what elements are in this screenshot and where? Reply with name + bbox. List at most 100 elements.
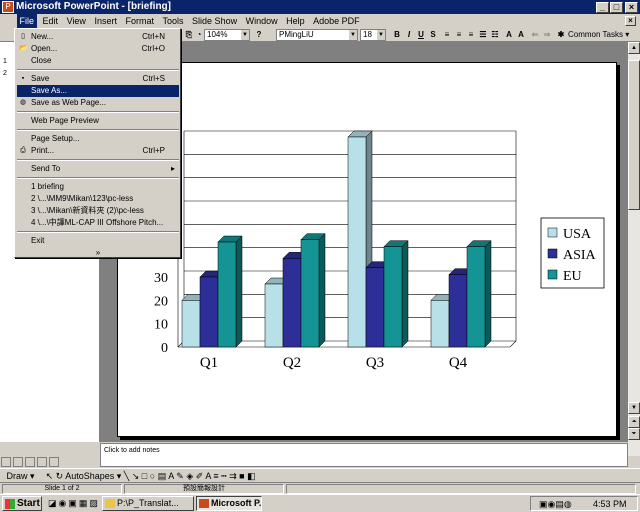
menu-item-recent-3[interactable]: 3 \...\Mikan\新資料夾 (2)\pc-less: [17, 205, 179, 217]
bar-usa-q2: [264, 283, 284, 348]
arrow-icon[interactable]: ↘: [132, 471, 140, 481]
draw-menu[interactable]: Draw: [7, 471, 28, 481]
menu-item-recent-2[interactable]: 2 \...\MM9\Mikan\123\pc-less: [17, 193, 179, 205]
autoshapes-menu[interactable]: AutoShapes: [65, 471, 114, 481]
menu-separator: [17, 129, 179, 131]
select-objects-icon[interactable]: ↖: [46, 471, 54, 481]
slide-view-icon[interactable]: [25, 457, 35, 467]
bar-usa-q4: [430, 300, 450, 348]
bar-eu-q2: [300, 239, 320, 348]
clock: 4:53 PM: [593, 499, 627, 509]
menu-item-send-to[interactable]: Send To ▸: [17, 163, 179, 175]
quick-launch[interactable]: ◪◉▣▦▨: [48, 498, 100, 509]
x-tick-label: Q4: [449, 355, 468, 371]
font-color-icon[interactable]: A: [205, 471, 211, 481]
task-label: Microsoft P...: [211, 498, 262, 508]
line-style-icon[interactable]: ≡: [213, 471, 218, 481]
bar-eu-q1: [217, 241, 237, 348]
x-tick-label: Q3: [366, 355, 384, 371]
next-slide-button[interactable]: ⏷: [628, 428, 640, 440]
wordart-icon[interactable]: A: [168, 471, 174, 481]
start-button[interactable]: Start: [2, 496, 42, 511]
drawing-toolbar: Draw ▾ ↖ ↻ AutoShapes ▾ ╲ ↘ □ ○ ▤ A ✎ ◈ …: [0, 468, 640, 482]
clipart-icon[interactable]: ✎: [176, 471, 184, 481]
line-icon[interactable]: ╲: [124, 471, 129, 481]
bar-usa-q3: [347, 136, 367, 348]
menu-item-open[interactable]: 📂 Open... Ctrl+O: [17, 43, 179, 55]
bar-asia-q3: [365, 267, 385, 348]
expand-menu-chevron-icon[interactable]: »: [17, 247, 179, 259]
menu-item-exit[interactable]: Exit: [17, 235, 179, 247]
y-tick-label: 0: [161, 341, 168, 356]
menu-item-label: Save: [31, 74, 50, 83]
menu-item-label: Save As...: [31, 86, 68, 95]
menu-item-save[interactable]: ▪ Save Ctrl+S: [17, 73, 179, 85]
scroll-up-button[interactable]: ▲: [628, 42, 640, 54]
menu-item-save-web[interactable]: ◍ Save as Web Page...: [17, 97, 179, 109]
menu-separator: [17, 159, 179, 161]
menu-separator: [17, 111, 179, 113]
line-color-icon[interactable]: ✐: [196, 471, 204, 481]
bar-asia-q2: [282, 258, 302, 348]
new-document-icon: ▯: [21, 33, 25, 40]
slideshow-view-icon[interactable]: [49, 457, 59, 467]
legend-label: USA: [563, 227, 592, 242]
menu-item-label: Send To: [31, 164, 61, 173]
oval-icon[interactable]: ○: [150, 471, 155, 481]
3d-icon[interactable]: ◧: [247, 471, 256, 481]
sorter-view-icon[interactable]: [37, 457, 47, 467]
menu-shortcut: Ctrl+O: [141, 44, 165, 53]
x-tick-label: Q2: [283, 355, 301, 371]
design-name: 預設簡報設計: [124, 484, 284, 494]
menu-item-new[interactable]: ▯ New... Ctrl+N: [17, 31, 179, 43]
rectangle-icon[interactable]: □: [142, 471, 147, 481]
bar-side: [318, 233, 326, 348]
menu-item-label: Close: [31, 56, 52, 65]
status-bar: Slide 1 of 2 預設簡報設計: [0, 482, 640, 494]
menu-separator: [17, 69, 179, 71]
file-menu-dropdown: ▯ New... Ctrl+N 📂 Open... Ctrl+O Close ▪ Save…: [14, 28, 181, 258]
previous-slide-button[interactable]: ⏶: [628, 416, 640, 428]
printer-icon: ⎙: [20, 147, 26, 154]
notes-pane[interactable]: Click to add notes: [100, 443, 628, 467]
legend-swatch: [547, 227, 558, 238]
menu-item-label: New...: [31, 32, 54, 41]
dash-style-icon[interactable]: ┅: [221, 471, 226, 481]
status-empty: [286, 484, 636, 494]
menu-item-recent-4[interactable]: 4 \...\中譯ML-CAP III Offshore Pitch...: [17, 217, 179, 229]
menu-item-close[interactable]: Close: [17, 55, 179, 67]
bar-usa-q1: [181, 300, 201, 348]
folder-icon: [105, 499, 115, 508]
menu-item-recent-1[interactable]: 1 briefing: [17, 181, 179, 193]
shadow-icon[interactable]: ■: [239, 471, 244, 481]
menu-item-print[interactable]: ⎙ Print... Ctrl+P: [17, 145, 179, 157]
bar-asia-q1: [199, 276, 219, 348]
menu-shortcut: Ctrl+S: [142, 74, 165, 83]
menu-item-label: Save as Web Page...: [31, 98, 107, 107]
system-tray: ▣◉▤◍ 4:53 PM: [530, 496, 638, 511]
save-disk-icon: ▪: [21, 75, 25, 82]
bar-eu-q3: [383, 246, 403, 348]
menu-shortcut: Ctrl+P: [142, 146, 165, 155]
taskbar-explorer-window[interactable]: P:\P_Translat...: [102, 496, 194, 511]
outline-view-icon[interactable]: [13, 457, 23, 467]
rotate-icon[interactable]: ↻: [56, 471, 64, 481]
menu-separator: [17, 177, 179, 179]
powerpoint-icon: [199, 499, 209, 508]
fill-color-icon[interactable]: ◈: [186, 471, 193, 481]
scroll-thumb[interactable]: [628, 60, 640, 210]
normal-view-icon[interactable]: [1, 457, 11, 467]
legend-label: EU: [563, 269, 582, 284]
legend-label: ASIA: [563, 248, 597, 263]
tray-icons[interactable]: ▣◉▤◍: [539, 499, 572, 510]
textbox-icon[interactable]: ▤: [158, 471, 167, 481]
y-tick-label: 10: [154, 318, 168, 333]
taskbar-powerpoint-window[interactable]: Microsoft P...: [196, 496, 262, 511]
arrow-style-icon[interactable]: ⇉: [229, 471, 237, 481]
menu-item-label: Page Setup...: [31, 134, 80, 143]
web-page-icon: ◍: [19, 99, 27, 106]
menu-item-page-setup[interactable]: Page Setup...: [17, 133, 179, 145]
menu-item-web-preview[interactable]: Web Page Preview: [17, 115, 179, 127]
menu-item-save-as[interactable]: Save As...: [17, 85, 179, 97]
scroll-down-button[interactable]: ▼: [628, 402, 640, 414]
